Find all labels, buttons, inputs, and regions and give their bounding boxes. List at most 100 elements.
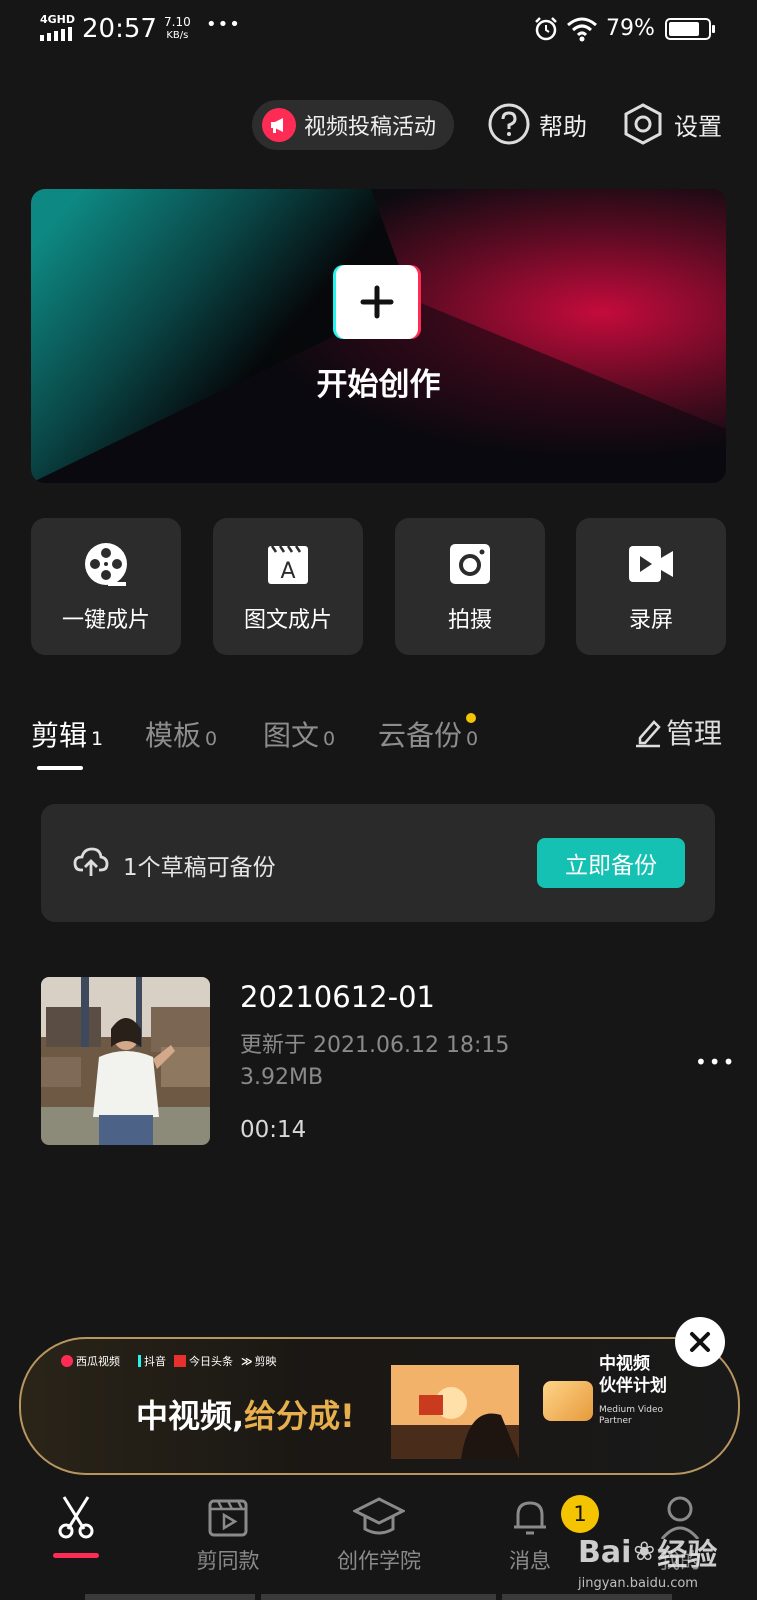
video-promo-button[interactable]: 视频投稿活动 (252, 100, 454, 150)
quick-action-label: 图文成片 (243, 608, 332, 633)
pencil-icon (636, 720, 661, 748)
film-reel-icon (85, 543, 127, 586)
wifi-icon (567, 17, 597, 42)
nav-templates[interactable]: 剪同款 (188, 1495, 268, 1575)
svg-text:A: A (280, 559, 295, 584)
cloud-upload-icon (73, 847, 109, 876)
quick-action-label: 录屏 (628, 608, 673, 633)
settings-label: 设置 (674, 112, 722, 141)
screen-record-icon (629, 546, 673, 582)
system-bar (261, 1594, 496, 1600)
quick-action-screen-record[interactable]: 录屏 (576, 518, 726, 655)
quick-action-shoot[interactable]: 拍摄 (395, 518, 545, 655)
nav-label: 消息 (509, 1549, 551, 1573)
ad-plan-title-1: 中视频 (599, 1354, 650, 1374)
backup-now-button[interactable]: 立即备份 (537, 838, 685, 888)
quick-action-text-to-video[interactable]: A 图文成片 (213, 518, 363, 655)
banner-title: 开始创作 (316, 367, 441, 403)
text-clapper-icon: A (268, 545, 308, 584)
tab-label: 剪辑 (31, 719, 88, 752)
manage-button[interactable]: 管理 (634, 712, 722, 752)
backup-card: 1个草稿可备份 立即备份 (41, 804, 715, 922)
megaphone-icon (262, 108, 296, 142)
ad-close-button[interactable] (675, 1317, 725, 1367)
watermark-url: jingyan.baidu.com (578, 1576, 698, 1591)
close-icon (690, 1332, 710, 1352)
tab-label: 模板 (145, 719, 202, 752)
capcut-icon: ≫ (241, 1354, 253, 1368)
tab-cloud-backup[interactable]: 云备份 0 (378, 714, 478, 754)
tab-count: 1 (91, 728, 104, 750)
paw-icon: ❀ (633, 1537, 656, 1567)
nav-academy[interactable]: 创作学院 (334, 1495, 424, 1575)
ad-headline-white: 中视频, (136, 1397, 245, 1435)
ad-plan-logo (543, 1381, 593, 1421)
settings-button[interactable]: 设置 (622, 102, 722, 146)
draft-name: 20210612-01 (240, 980, 435, 1014)
douyin-icon (128, 1355, 141, 1367)
status-bar: 4GHD 20:57 7.10 KB/s ••• 79% (0, 0, 757, 60)
bell-icon (514, 1501, 546, 1535)
tab-label: 图文 (263, 719, 320, 752)
tab-image-text[interactable]: 图文 0 (263, 714, 335, 754)
plus-icon (360, 285, 394, 319)
help-label: 帮助 (539, 112, 587, 141)
quick-action-label: 拍摄 (447, 608, 492, 633)
clock: 20:57 (82, 14, 157, 44)
scissors-icon (58, 1496, 94, 1539)
tab-label: 云备份 (378, 719, 463, 752)
nav-active-indicator (53, 1553, 99, 1558)
template-clapper-icon (208, 1499, 248, 1537)
draft-more-icon[interactable]: ••• (695, 1050, 736, 1074)
tab-active-indicator (37, 766, 83, 770)
nav-label: 创作学院 (337, 1549, 421, 1573)
system-bar (85, 1594, 255, 1600)
status-more-icon: ••• (206, 14, 241, 35)
nav-label: 剪同款 (196, 1549, 260, 1573)
ad-brand-row: 西瓜视频 抖音 今日头条 ≫ 剪映 (61, 1353, 277, 1369)
help-button[interactable]: 帮助 (487, 102, 587, 146)
ad-brand: 剪映 (254, 1355, 277, 1368)
ad-plan-title-2: 伙伴计划 (599, 1376, 667, 1396)
battery-fill (669, 22, 699, 36)
manage-label: 管理 (666, 717, 723, 750)
help-icon (488, 103, 530, 145)
quick-action-label: 一键成片 (61, 608, 150, 633)
ad-plan-en: Medium Video Partner (599, 1405, 663, 1427)
ad-brand: 西瓜视频 (76, 1355, 120, 1368)
tab-edit[interactable]: 剪辑 1 (31, 714, 103, 754)
messages-badge: 1 (561, 1495, 599, 1533)
ad-headline-gold: 给分成! (244, 1397, 355, 1435)
draft-thumbnail[interactable] (41, 977, 210, 1145)
ad-plan-en-1: Medium Video (599, 1405, 664, 1415)
ad-headline: 中视频,给分成! (136, 1391, 355, 1437)
tab-count: 0 (205, 728, 218, 750)
add-project-button[interactable] (336, 265, 418, 339)
tab-count: 0 (466, 728, 479, 750)
ad-brand: 今日头条 (189, 1355, 233, 1368)
network-type: 4GHD (40, 13, 76, 26)
watermark-text-2: 经验 (657, 1538, 718, 1573)
nav-edit[interactable] (50, 1495, 102, 1558)
backup-text: 1个草稿可备份 (123, 855, 276, 881)
draft-duration: 00:14 (240, 1117, 307, 1143)
ad-banner[interactable]: 西瓜视频 抖音 今日头条 ≫ 剪映 中视频,给分成! 中视频 伙伴计划 Medi… (19, 1337, 740, 1475)
draft-size: 3.92MB (240, 1065, 324, 1090)
tab-count: 0 (323, 728, 336, 750)
nav-messages[interactable]: 消息 (505, 1495, 555, 1575)
ad-photo (391, 1365, 519, 1459)
quick-action-one-click[interactable]: 一键成片 (31, 518, 181, 655)
promo-label: 视频投稿活动 (304, 115, 437, 140)
start-create-banner[interactable]: 开始创作 (31, 189, 726, 483)
draft-updated: 更新于 2021.06.12 18:15 (240, 1033, 510, 1058)
signal-icon: 4GHD (40, 14, 75, 41)
gear-icon (624, 103, 662, 145)
draft-photo (41, 977, 210, 1145)
alarm-icon (535, 17, 557, 41)
system-bar (502, 1594, 672, 1600)
ad-plan-title: 中视频 伙伴计划 (599, 1353, 667, 1397)
net-speed-unit: KB/s (166, 30, 189, 41)
tab-templates[interactable]: 模板 0 (145, 714, 217, 754)
toutiao-icon (174, 1355, 186, 1367)
battery-percent: 79% (606, 16, 655, 41)
